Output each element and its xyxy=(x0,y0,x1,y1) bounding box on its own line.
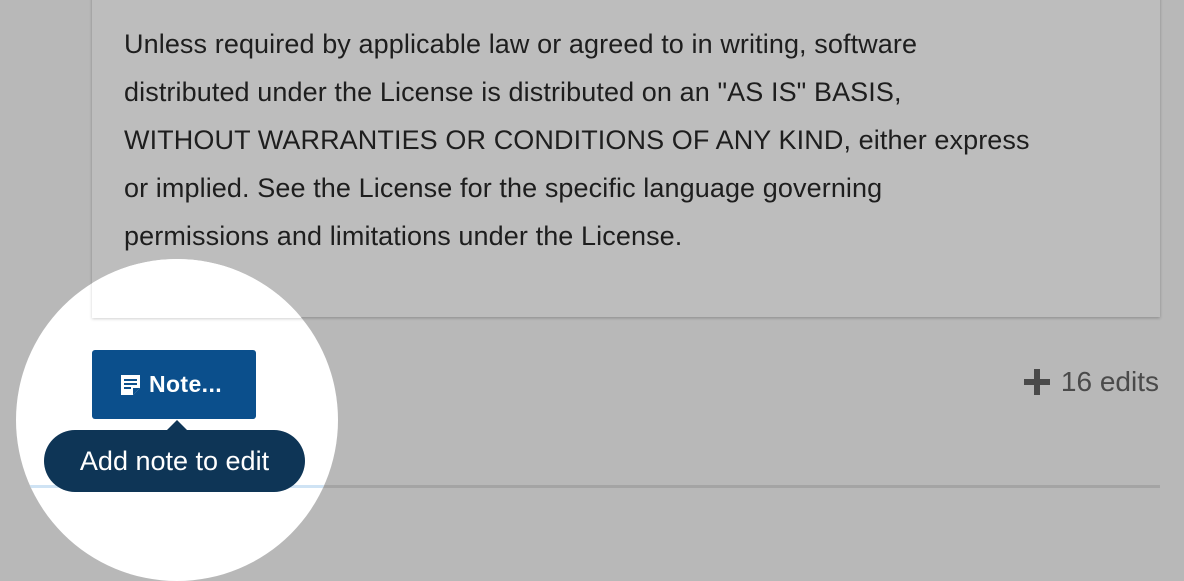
license-panel-edge xyxy=(92,259,338,318)
divider xyxy=(300,485,1160,488)
plus-icon xyxy=(1023,368,1051,396)
license-line: or implied. See the License for the spec… xyxy=(124,173,883,203)
license-line: Unless required by applicable law or agr… xyxy=(124,29,918,59)
note-icon xyxy=(120,374,141,396)
license-line: distributed under the License is distrib… xyxy=(124,77,902,107)
edits-toggle[interactable]: 16 edits xyxy=(1023,366,1159,398)
edits-count: 16 edits xyxy=(1060,366,1159,397)
note-button[interactable]: Note... xyxy=(92,350,256,419)
license-line: WITHOUT WARRANTIES OR CONDITIONS OF ANY … xyxy=(124,125,1030,155)
note-button-label: Note... xyxy=(148,371,223,397)
tooltip: Add note to edit xyxy=(44,430,305,492)
license-line: permissions and limitations under the Li… xyxy=(124,221,683,251)
tooltip-text: Add note to edit xyxy=(79,445,270,476)
license-text: Unless required by applicable law or agr… xyxy=(124,20,1134,260)
